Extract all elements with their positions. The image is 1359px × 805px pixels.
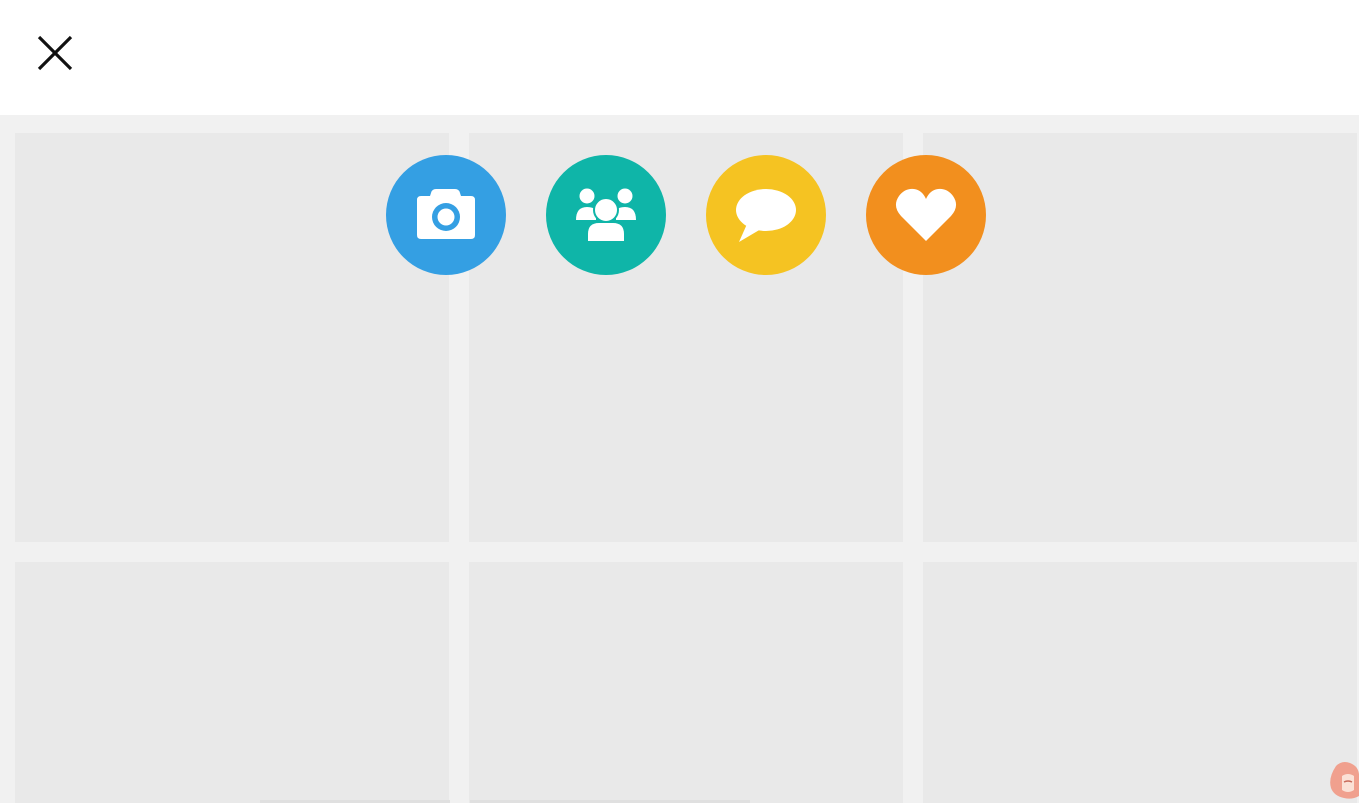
top-bar — [0, 0, 1359, 115]
heart-button[interactable] — [866, 155, 986, 275]
grid-tile[interactable] — [469, 562, 903, 803]
heart-icon — [895, 188, 957, 241]
chat-button[interactable] — [706, 155, 826, 275]
mascot-helper-button[interactable] — [1326, 760, 1359, 800]
share-button-row — [386, 155, 986, 275]
camera-button[interactable] — [386, 155, 506, 275]
speech-bubble-icon — [736, 189, 796, 242]
grid-tile[interactable] — [923, 133, 1357, 542]
grid-tile[interactable] — [923, 562, 1357, 803]
close-icon — [37, 35, 73, 71]
camera-icon — [417, 189, 475, 239]
grid-tile[interactable] — [15, 562, 449, 803]
group-button[interactable] — [546, 155, 666, 275]
close-button[interactable] — [30, 28, 80, 78]
mascot-icon — [1330, 762, 1359, 799]
grid-tile[interactable] — [15, 133, 449, 542]
users-icon — [576, 188, 636, 243]
